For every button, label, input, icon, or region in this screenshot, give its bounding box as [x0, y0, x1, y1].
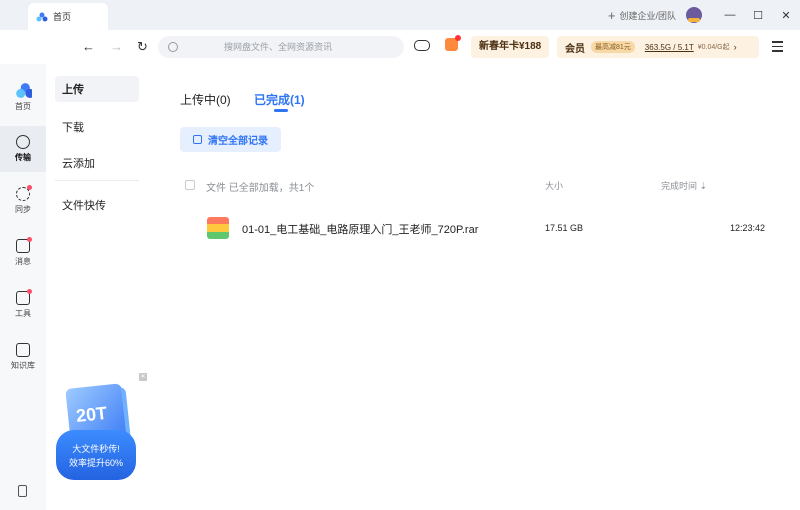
nav-sync[interactable]: 同步: [0, 178, 46, 224]
search-icon: [168, 42, 178, 52]
nav-transfer[interactable]: 传输: [0, 126, 46, 172]
promo-button[interactable]: 新春年卡¥188: [471, 36, 550, 58]
select-all-checkbox[interactable]: [185, 180, 195, 190]
sidebar-item-upload[interactable]: 上传: [55, 76, 139, 102]
tab-completed[interactable]: 已完成(1): [254, 91, 305, 108]
chevron-right-icon: ›: [733, 42, 737, 52]
nav-label: 传输: [15, 153, 31, 162]
file-name[interactable]: 01-01_电工基础_电路原理入门_王老师_720P.rar: [242, 221, 478, 237]
avatar[interactable]: [686, 7, 702, 23]
nav-home[interactable]: 首页: [0, 74, 46, 120]
rar-file-icon: [207, 217, 229, 239]
nav-tools[interactable]: 工具: [0, 282, 46, 328]
search-input[interactable]: [178, 42, 378, 52]
clear-icon: [193, 135, 202, 144]
header-completed-time[interactable]: 完成时间 ⇣: [661, 179, 707, 192]
nav-knowledge[interactable]: 知识库: [0, 334, 46, 380]
file-size: 17.51 GB: [545, 223, 584, 233]
member-badge: 最高减81元: [591, 41, 635, 53]
gamepad-icon[interactable]: [414, 40, 430, 51]
nav-label: 消息: [15, 257, 31, 266]
maximize-button[interactable]: ☐: [744, 9, 772, 22]
transfer-sidebar: 上传 下载 云添加 文件快传 ✕ 20T 大文件秒传! 效率提升60%: [46, 64, 147, 510]
sidebar-item-quick-transfer[interactable]: 文件快传: [55, 192, 139, 218]
ad-title: 20T: [75, 402, 109, 427]
plus-icon[interactable]: +: [608, 8, 616, 23]
header-file: 文件 已全部加载，共1个: [206, 183, 315, 194]
nav-message[interactable]: 消息: [0, 230, 46, 276]
clear-button-label: 清空全部记录: [208, 136, 268, 147]
search-box[interactable]: [158, 36, 404, 58]
storage-price: ¥0.04/G起: [697, 44, 730, 51]
sidebar-item-download[interactable]: 下载: [55, 114, 139, 140]
home-icon: [16, 83, 32, 98]
storage-usage: 363.5G / 5.1T: [644, 42, 694, 52]
tab-uploading[interactable]: 上传中(0): [180, 91, 231, 108]
app-logo-icon: [36, 12, 48, 21]
nav-label: 首页: [15, 102, 31, 111]
promo-ad[interactable]: 20T 大文件秒传! 效率提升60%: [56, 380, 142, 488]
knowledge-icon: [16, 343, 30, 357]
tab-home[interactable]: 首页: [28, 3, 108, 30]
main-content: 上传中(0) 已完成(1) 清空全部记录 文件 已全部加载，共1个 大小 完成时…: [160, 64, 800, 510]
ad-line1: 大文件秒传!: [72, 444, 120, 454]
sync-icon: [16, 185, 32, 201]
message-icon: [16, 237, 32, 253]
forward-arrow-icon[interactable]: →: [110, 39, 123, 54]
back-arrow-icon[interactable]: ←: [82, 39, 95, 54]
sidebar-item-cloud-add[interactable]: 云添加: [55, 150, 139, 176]
title-bar: 首页 + 创建企业/团队 — ☐ ✕: [0, 0, 800, 30]
nav-label: 同步: [15, 205, 31, 214]
left-nav: 首页 传输 同步 消息 工具 知识库: [0, 64, 46, 510]
member-label: 会员: [565, 43, 585, 55]
minimize-button[interactable]: —: [716, 9, 744, 21]
nav-label: 工具: [15, 309, 31, 318]
active-tab-indicator: [274, 109, 288, 112]
phone-icon[interactable]: [18, 485, 27, 497]
ad-text: 大文件秒传! 效率提升60%: [56, 430, 136, 480]
menu-icon[interactable]: [772, 41, 783, 55]
divider: [55, 180, 139, 181]
clear-all-records-button[interactable]: 清空全部记录: [180, 127, 281, 152]
ad-line2: 效率提升60%: [68, 458, 123, 468]
tab-label: 首页: [53, 12, 72, 22]
nav-label: 知识库: [11, 361, 35, 370]
member-bar[interactable]: 会员 最高减81元 363.5G / 5.1T ¥0.04/G起 ›: [557, 36, 759, 58]
close-button[interactable]: ✕: [772, 9, 800, 22]
completed-time: 12:23:42: [730, 223, 766, 233]
create-enterprise-link[interactable]: 创建企业/团队: [619, 9, 676, 22]
refresh-icon[interactable]: ↻: [137, 39, 148, 55]
tools-icon: [16, 289, 32, 305]
header-size[interactable]: 大小: [545, 179, 563, 192]
transfer-icon: [16, 135, 30, 149]
toolbar: ← → ↻ 新春年卡¥188 会员 最高减81元 363.5G / 5.1T ¥…: [0, 30, 800, 64]
gift-icon[interactable]: [445, 35, 461, 51]
